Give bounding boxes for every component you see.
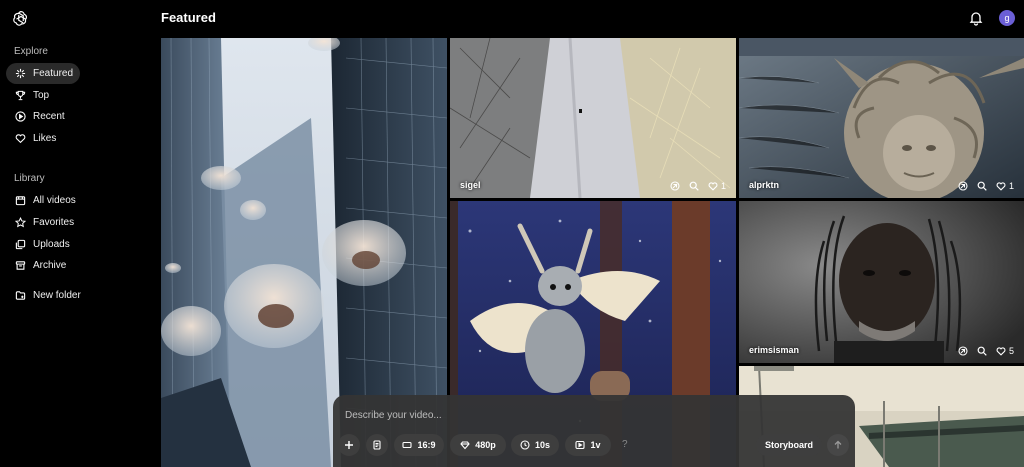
heart-icon	[996, 182, 1006, 191]
prompt-input[interactable]	[345, 410, 745, 421]
like-button[interactable]: 5	[996, 346, 1014, 356]
sidebar-item-label: Archive	[33, 260, 67, 271]
play-circle-icon	[13, 110, 27, 124]
video-thumbnail	[739, 38, 1024, 198]
sidebar-item-label: Top	[33, 90, 50, 101]
new-folder-button[interactable]: New folder	[6, 285, 96, 306]
sidebar-item-likes[interactable]: Likes	[6, 128, 80, 149]
notifications-bell-icon[interactable]	[968, 10, 984, 26]
page-title: Featured	[161, 10, 216, 25]
video-thumbnail	[739, 201, 1024, 363]
heart-icon	[708, 182, 718, 191]
sidebar-item-uploads[interactable]: Uploads	[6, 234, 80, 255]
storyboard-button[interactable]: Storyboard	[756, 434, 822, 456]
sparkle-icon	[13, 67, 27, 81]
add-button[interactable]	[338, 434, 360, 456]
search-icon[interactable]	[977, 181, 987, 191]
sidebar-item-label: Favorites	[33, 217, 75, 228]
remix-icon[interactable]	[958, 346, 968, 356]
aspect-ratio-select[interactable]: 16:9	[394, 434, 444, 456]
user-avatar[interactable]: g	[999, 10, 1015, 26]
like-count: 1	[720, 181, 726, 191]
tile-actions: 1	[670, 181, 726, 191]
variations-value: 1v	[590, 440, 601, 450]
resolution-select[interactable]: 480p	[450, 434, 506, 456]
video-tile-snow-forest[interactable]: sigel 1	[450, 38, 736, 198]
like-count: 1	[1008, 181, 1014, 191]
sidebar-item-label: Likes	[33, 133, 57, 144]
new-folder-label: New folder	[33, 290, 81, 301]
tile-actions: 5	[958, 346, 1014, 356]
arrow-up-icon	[834, 440, 842, 449]
remix-icon[interactable]	[670, 181, 680, 191]
sidebar-item-label: Uploads	[33, 239, 70, 250]
heart-icon	[13, 132, 27, 146]
new-folder-icon	[13, 289, 27, 303]
duration-value: 10s	[534, 440, 551, 450]
plus-icon	[345, 441, 353, 449]
sidebar-item-label: Recent	[33, 111, 65, 122]
sidebar-item-all-videos[interactable]: All videos	[6, 190, 80, 211]
archive-icon	[13, 259, 27, 273]
diamond-icon	[460, 441, 470, 450]
sidebar-item-favorites[interactable]: Favorites	[6, 212, 80, 233]
submit-button[interactable]	[827, 434, 849, 456]
sidebar: Explore Featured Top Recent Likes Librar…	[0, 0, 160, 467]
video-library-icon	[13, 194, 27, 208]
variations-select[interactable]: 1v	[565, 434, 611, 456]
tile-username[interactable]: alprktn	[749, 180, 779, 190]
prompt-composer: 16:9 480p 10s 1v ? Storyboard	[333, 395, 855, 467]
video-tile-portrait[interactable]: erimsisman 5	[739, 201, 1024, 363]
aspect-ratio-icon	[402, 441, 413, 449]
help-button[interactable]: ?	[622, 439, 628, 450]
document-icon	[373, 440, 381, 450]
tile-actions: 1	[958, 181, 1014, 191]
video-tile-medusa-statue[interactable]: alprktn 1	[739, 38, 1024, 198]
like-count: 5	[1008, 346, 1014, 356]
storyboard-label: Storyboard	[764, 440, 813, 450]
explore-section-label: Explore	[14, 46, 48, 57]
sidebar-item-featured[interactable]: Featured	[6, 63, 80, 84]
trophy-icon	[13, 89, 27, 103]
clock-icon	[520, 440, 530, 450]
uploads-icon	[13, 238, 27, 252]
aspect-ratio-value: 16:9	[417, 440, 436, 450]
sidebar-item-label: All videos	[33, 195, 76, 206]
sidebar-item-label: Featured	[33, 68, 74, 79]
sidebar-item-archive[interactable]: Archive	[6, 255, 80, 276]
like-button[interactable]: 1	[708, 181, 726, 191]
library-section-label: Library	[14, 173, 45, 184]
star-icon	[13, 216, 27, 230]
like-button[interactable]: 1	[996, 181, 1014, 191]
remix-icon[interactable]	[958, 181, 968, 191]
search-icon[interactable]	[689, 181, 699, 191]
duration-select[interactable]: 10s	[511, 434, 559, 456]
sidebar-item-top[interactable]: Top	[6, 85, 80, 106]
tile-username[interactable]: sigel	[460, 180, 481, 190]
heart-icon	[996, 347, 1006, 356]
variations-icon	[575, 440, 586, 450]
tile-username[interactable]: erimsisman	[749, 345, 799, 355]
presets-button[interactable]	[366, 434, 388, 456]
sidebar-item-recent[interactable]: Recent	[6, 106, 80, 127]
resolution-value: 480p	[475, 440, 496, 450]
openai-logo-icon[interactable]	[12, 9, 30, 27]
video-thumbnail	[450, 38, 736, 198]
search-icon[interactable]	[977, 346, 987, 356]
